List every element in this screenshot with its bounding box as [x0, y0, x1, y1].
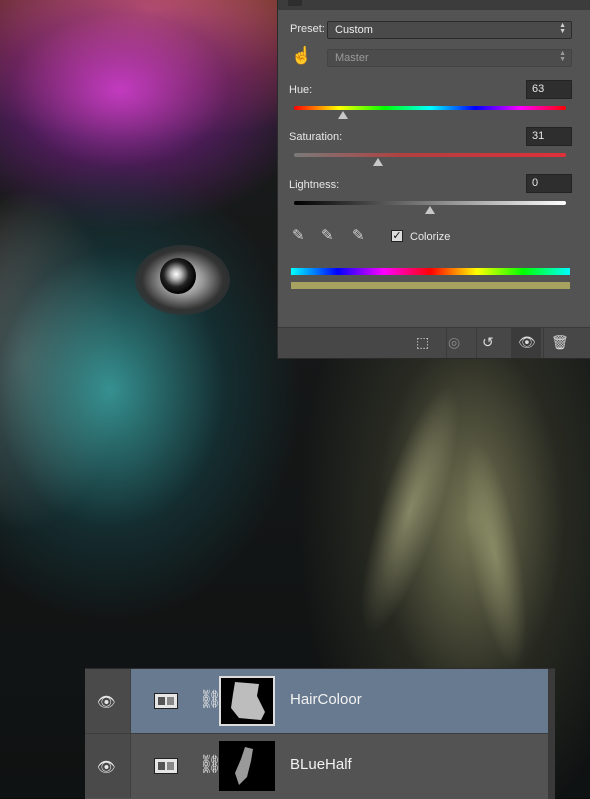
- input-spectrum-bar: [291, 268, 570, 275]
- hand-adjust-icon[interactable]: ☝: [291, 46, 312, 66]
- layers-scrollbar[interactable]: [548, 669, 555, 799]
- lightness-label: Lightness:: [289, 179, 340, 191]
- clip-to-layer-icon[interactable]: ⬚: [416, 334, 429, 351]
- layer-mask-thumbnail[interactable]: [219, 676, 275, 726]
- trash-icon[interactable]: 🗑: [551, 334, 569, 351]
- layers-panel: 👁 ⛓ HairColoor 👁 ⛓ BLueHalf: [85, 668, 555, 799]
- visibility-column[interactable]: 👁: [85, 669, 131, 733]
- layer-row-haircoloor[interactable]: 👁 ⛓ HairColoor: [85, 669, 548, 733]
- hair-streak: [341, 377, 479, 643]
- layer-mask-thumbnail[interactable]: [219, 741, 275, 791]
- lightness-slider-track[interactable]: [294, 201, 566, 205]
- eyedropper-icon[interactable]: ✎: [292, 226, 305, 244]
- saturation-label: Saturation:: [289, 131, 343, 143]
- toolbar-divider: [543, 328, 544, 358]
- mask-shape: [231, 682, 265, 720]
- lightness-slider-thumb[interactable]: [425, 206, 435, 214]
- preset-label: Preset:: [290, 23, 325, 35]
- hair-streak: [450, 437, 540, 673]
- colorize-checkbox[interactable]: ✓: [391, 230, 403, 242]
- eyedropper-minus-icon[interactable]: ✎: [352, 226, 365, 244]
- visibility-eye-icon[interactable]: 👁: [518, 334, 536, 351]
- toolbar-divider: [446, 328, 447, 358]
- hue-label: Hue:: [289, 84, 313, 96]
- view-previous-icon[interactable]: ◎: [448, 334, 460, 351]
- toolbar-divider: [476, 328, 477, 358]
- output-spectrum-bar: [291, 282, 570, 289]
- visibility-column[interactable]: 👁: [85, 734, 131, 798]
- saturation-value-input[interactable]: 31: [526, 127, 572, 146]
- preset-select[interactable]: Custom ▲ ▼: [327, 21, 572, 39]
- select-arrows-icon: ▲ ▼: [559, 22, 566, 35]
- hue-saturation-adjustment-icon: [154, 758, 178, 774]
- lightness-value-input[interactable]: 0: [526, 174, 572, 193]
- hue-value-input[interactable]: 63: [526, 80, 572, 99]
- colorize-label: Colorize: [410, 231, 451, 243]
- hue-slider-track[interactable]: [294, 106, 566, 110]
- channel-select[interactable]: Master ▲ ▼: [327, 49, 572, 67]
- layer-name[interactable]: HairColoor: [290, 691, 362, 708]
- channel-value: Master: [335, 52, 369, 64]
- panel-topbar: [278, 0, 590, 10]
- eyedropper-plus-icon[interactable]: ✎: [321, 226, 334, 244]
- select-arrows-icon: ▲ ▼: [559, 50, 566, 63]
- panel-bottom-toolbar: ⬚ ◎ ↺ 👁 🗑: [278, 327, 590, 358]
- reset-icon[interactable]: ↺: [482, 334, 494, 351]
- eye-icon[interactable]: 👁: [97, 693, 116, 711]
- eye-icon[interactable]: 👁: [97, 758, 116, 776]
- layer-name[interactable]: BLueHalf: [290, 756, 352, 773]
- preset-value: Custom: [335, 24, 373, 36]
- hue-saturation-adjustment-icon: [154, 693, 178, 709]
- hue-slider-thumb[interactable]: [337, 111, 348, 119]
- panel-tab[interactable]: [288, 0, 302, 6]
- saturation-slider-thumb[interactable]: [373, 158, 384, 166]
- layer-row-bluehalf[interactable]: 👁 ⛓ BLueHalf: [85, 734, 548, 798]
- mask-shape: [235, 747, 253, 785]
- hue-saturation-panel: Preset: Custom ▲ ▼ ☝ Master ▲ ▼ Hue: 63 Sa…: [277, 0, 590, 359]
- eye-pupil: [160, 258, 196, 294]
- saturation-slider-track[interactable]: [294, 153, 566, 157]
